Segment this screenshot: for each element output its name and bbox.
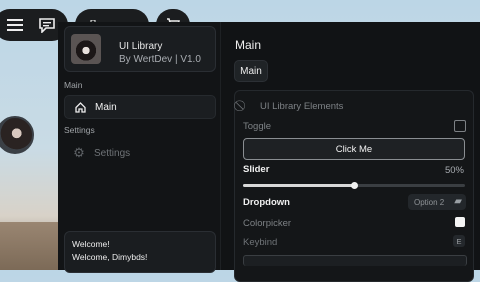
click-me-button[interactable]: Click Me [243,138,465,160]
slider-track[interactable] [243,181,465,189]
tab-main[interactable]: Main [234,60,268,82]
panel-title-text: UI Library Elements [260,101,344,112]
toggle-label: Toggle [243,121,271,132]
keybind-key[interactable]: E [453,235,465,247]
welcome-message: Welcome, Dimybds! [72,252,148,262]
panel-title: ⃠ UI Library Elements [260,101,343,112]
ui-library-window: UI Library By WertDev | V1.0 Main Main S… [58,22,480,282]
sidebar-item-label: Main [95,101,117,113]
next-element [243,255,467,266]
keybind-label: Keybind [243,237,278,248]
gear-icon: ⚙ [73,145,85,160]
sidebar-item-label: Settings [94,147,131,159]
slider-value: 50% [444,165,464,176]
slider-fill [243,184,354,187]
color-swatch[interactable] [455,217,465,227]
welcome-card: Welcome! Welcome, Dimybds! [64,231,216,273]
dropdown-value: Option 2 [414,197,445,207]
library-title: UI Library [119,41,163,52]
dropdown-select[interactable]: Option 2 ▰ [408,194,466,210]
welcome-heading: Welcome! [72,239,110,249]
menu-icon[interactable] [4,15,26,35]
folder-icon: ▰ [454,196,462,207]
section-label-settings: Settings [64,125,95,135]
slider-handle[interactable] [350,181,358,189]
home-icon [71,101,89,113]
profile-card: UI Library By WertDev | V1.0 [64,26,216,72]
library-subtitle: By WertDev | V1.0 [119,54,201,65]
sidebar-item-main[interactable]: Main [64,95,216,119]
toggle-checkbox[interactable] [454,120,466,132]
sidebar-item-settings[interactable]: ⚙ Settings [64,142,214,164]
elements-panel: ⃠ UI Library Elements Toggle Click Me Sl… [234,90,474,282]
dropdown-label: Dropdown [243,197,290,208]
slider-label: Slider [243,164,270,175]
main-content: Main Main ⃠ UI Library Elements Toggle C… [222,22,480,282]
page-title: Main [235,38,262,52]
profile-picture [71,34,101,64]
chat-icon[interactable] [36,15,58,35]
sidebar: UI Library By WertDev | V1.0 Main Main S… [58,22,221,273]
colorpicker-label: Colorpicker [243,218,292,229]
section-label-main: Main [64,80,83,90]
player-avatar[interactable] [0,116,34,154]
